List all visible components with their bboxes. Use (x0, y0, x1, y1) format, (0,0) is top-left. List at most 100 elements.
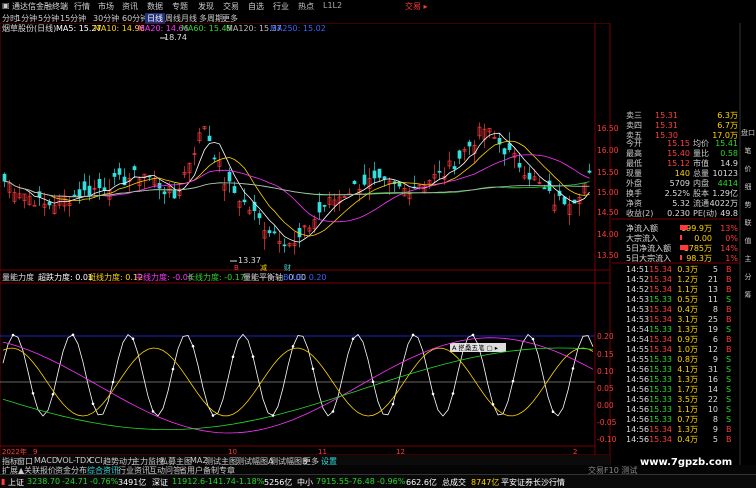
side-tab[interactable]: 联 (745, 218, 752, 227)
tick-price: 15.33 (649, 375, 672, 384)
app-logo-icon: ▣ (2, 1, 10, 10)
ma-line (4, 154, 590, 223)
tick-count: 12 (708, 345, 718, 354)
menu-zixun[interactable]: 资讯 (122, 1, 138, 12)
sh-amount: 3491亿 (118, 478, 147, 487)
total-amount: 8747亿 (471, 478, 500, 487)
y-tick-main: 14.00 (597, 230, 619, 239)
candle-body (97, 178, 102, 189)
menu-redian[interactable]: 热点 (298, 1, 314, 12)
app-title: 通达信金融终端 (12, 2, 68, 11)
tick-direction: S (726, 385, 731, 394)
signal-dot (531, 337, 535, 341)
tick-time: 14:56 (626, 375, 649, 384)
tick-price: 15.33 (649, 365, 672, 374)
tick-price: 15.34 (649, 425, 672, 434)
side-tab[interactable]: 细 (745, 182, 752, 191)
tick-price: 15.33 (649, 295, 672, 304)
stat-value2: 15.41 (715, 139, 738, 148)
signal-reduce[interactable]: 减 (260, 263, 267, 272)
side-tab[interactable]: 势 (745, 200, 752, 209)
y-tick-main: 13.50 (597, 251, 619, 260)
signal-dot (191, 344, 195, 348)
menu-jiaoyi[interactable]: 交易 (223, 1, 239, 12)
signal-dot (291, 345, 295, 348)
news-ticker[interactable]: 平安证券长沙行情 (501, 477, 565, 488)
side-tab[interactable]: 分 (745, 272, 752, 281)
candle-body (502, 148, 507, 155)
stat-label2: 流通 (693, 198, 709, 208)
candle-body (172, 189, 177, 199)
signal-buy[interactable]: B (234, 264, 239, 272)
trade-button[interactable]: 交易 ▸ (405, 1, 428, 12)
tick-direction: S (726, 295, 731, 304)
zx-label[interactable]: 中小 (297, 477, 313, 488)
side-tab[interactable]: 笔 (745, 146, 752, 155)
candle-body (212, 157, 217, 160)
candle-body (352, 180, 357, 185)
status-sh-arrow-icon: ▮ (1, 477, 6, 486)
stat-value2: 10123 (713, 169, 738, 178)
tick-price: 15.34 (649, 435, 672, 444)
flow-label: 5日大宗流入 (626, 253, 671, 263)
side-tab[interactable]: 盘口 (741, 128, 755, 137)
candle-body (457, 150, 462, 159)
candle-body (372, 170, 377, 179)
flow-value: 0.00 (694, 234, 712, 243)
candle-body (117, 168, 122, 175)
indicator-popup-text[interactable]: A 搭桑五笔 ▢ ▸ (452, 343, 499, 352)
side-tabs: 盘口笔价细势联值主分筹 (741, 128, 755, 299)
menu-zhuanti[interactable]: 专题 (172, 1, 188, 12)
tick-count: 14 (708, 385, 718, 394)
tick-time: 14:53 (626, 295, 649, 304)
ma-line (4, 140, 590, 237)
tick-direction: S (726, 405, 731, 414)
tick-price: 15.34 (649, 345, 672, 354)
tick-direction: S (726, 395, 731, 404)
tick-price: 15.34 (649, 285, 672, 294)
signal-dot (91, 402, 95, 406)
stat-label2: PE(动) (693, 208, 717, 218)
tick-price: 15.33 (649, 405, 672, 414)
stat-value: 140 (675, 169, 690, 178)
signal-dot (551, 410, 555, 414)
indicator-l6: BLUE: 0.20 (283, 273, 327, 282)
candle-body (382, 176, 387, 180)
candle-body (377, 168, 382, 178)
y-tick-ind: 0.20 (597, 332, 614, 341)
tick-price: 15.34 (649, 275, 672, 284)
candle-body (562, 196, 567, 205)
menu-shichang[interactable]: 市场 (98, 1, 114, 12)
stat-value: 15.12 (667, 159, 690, 168)
btab-cci[interactable]: CCI (89, 456, 103, 465)
btab-macd[interactable]: MACD (34, 456, 58, 465)
tick-volume: 3.5万 (677, 395, 698, 404)
menu-faxian[interactable]: 发现 (198, 1, 214, 12)
signal-dot (131, 337, 135, 341)
zx-value: 7915.55 (316, 477, 350, 486)
side-tab[interactable]: 价 (745, 165, 752, 173)
tick-volume: 1.2万 (677, 275, 698, 284)
menu-shuju[interactable]: 数据 (147, 1, 163, 12)
tick-count: 9 (713, 355, 718, 364)
candle-body (437, 170, 442, 173)
indicator-name[interactable]: 量能力度 (2, 272, 34, 282)
side-tab[interactable]: 值 (745, 236, 752, 245)
sz-label[interactable]: 深证 (152, 477, 168, 488)
signal-finance[interactable]: 财 (284, 263, 291, 272)
flow-bar (680, 225, 688, 230)
side-tab[interactable]: 主 (745, 254, 752, 263)
btab-vol[interactable]: VOL-TDX (57, 456, 92, 465)
menu-hangye[interactable]: 行业 (273, 1, 289, 12)
candle-body (542, 187, 547, 190)
menu-hangqing[interactable]: 行情 (74, 1, 90, 12)
side-tab[interactable]: 筹 (745, 290, 752, 299)
menu-l1l2[interactable]: L1L2 (323, 1, 342, 10)
signal-dot (411, 333, 415, 337)
y-tick-main: 16.50 (597, 124, 619, 133)
tick-time: 14:56 (626, 365, 649, 374)
stat-value: 15.40 (667, 149, 690, 158)
menu-zixuan[interactable]: 自选 (248, 1, 264, 12)
kline-chart-area[interactable]: 烟草股份(日线) MA5: 15.27 MA10: 14.96 MA20: 14… (0, 23, 756, 471)
sh-label[interactable]: 上证 (8, 477, 24, 488)
